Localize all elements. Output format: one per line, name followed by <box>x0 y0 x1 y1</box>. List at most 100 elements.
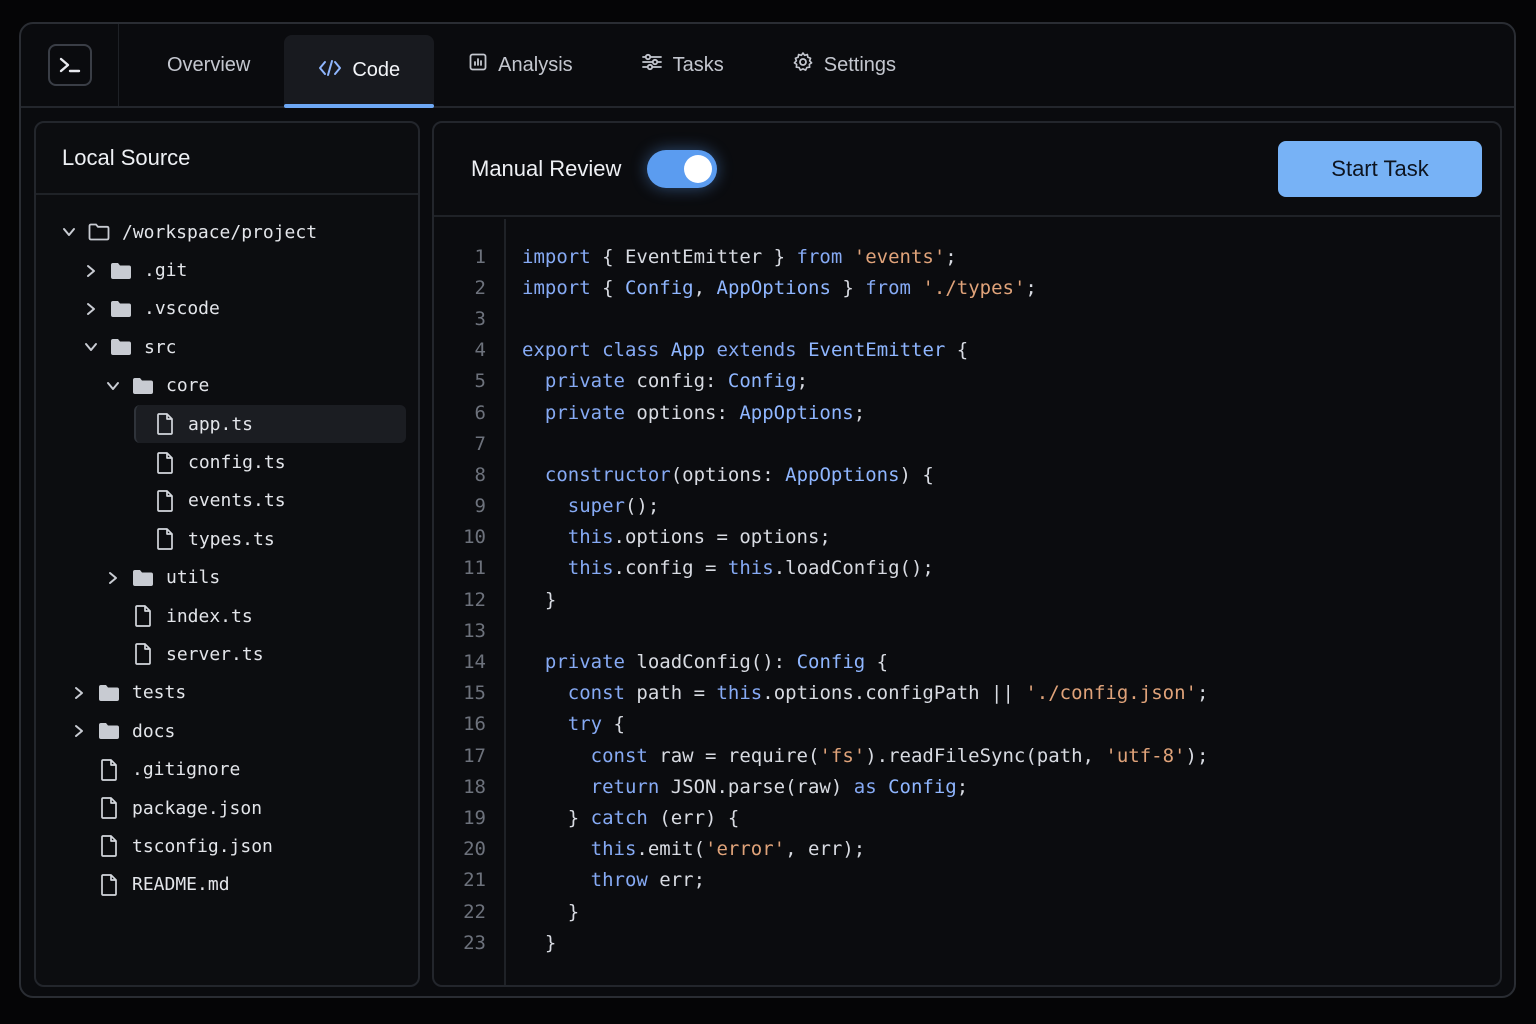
line-number: 6 <box>474 401 486 424</box>
tree-folder[interactable]: tests <box>36 674 418 712</box>
tab-settings[interactable]: Settings <box>758 24 930 106</box>
line-source: this.options = options; <box>522 526 831 548</box>
logo-area <box>21 24 119 106</box>
terminal-icon[interactable] <box>47 44 92 86</box>
code-token: ; <box>1196 682 1209 705</box>
tree-file[interactable]: .gitignore <box>36 750 418 788</box>
code-line: 10 this.options = options; <box>434 522 1500 553</box>
chevron-right-icon[interactable] <box>82 302 100 316</box>
line-source: constructor(options: AppOptions) { <box>522 464 934 486</box>
tree-file[interactable]: config.ts <box>36 443 418 481</box>
file-icon <box>98 758 120 781</box>
tree-file[interactable]: README.md <box>36 866 418 904</box>
code-line: 23 } <box>434 927 1500 958</box>
line-number: 22 <box>463 900 486 923</box>
tree-item-label: .git <box>144 260 188 282</box>
manual-review-label: Manual Review <box>471 156 622 181</box>
code-token: config: <box>624 370 728 393</box>
code-token: } <box>522 931 557 954</box>
tab-overview[interactable]: Overview <box>133 24 284 106</box>
tree-item-label: index.ts <box>166 605 253 627</box>
code-token: } <box>522 900 580 923</box>
tree-folder[interactable]: .git <box>36 251 418 289</box>
chevron-down-icon[interactable] <box>60 226 78 238</box>
line-number: 3 <box>474 307 486 330</box>
tree-folder[interactable]: src <box>36 328 418 366</box>
tree-folder[interactable]: utils <box>36 559 418 597</box>
code-token: AppOptions <box>785 463 900 486</box>
code-token: this <box>567 526 614 549</box>
tree-file[interactable]: events.ts <box>36 482 418 520</box>
tree-file[interactable]: server.ts <box>36 635 418 673</box>
code-token: { <box>865 651 889 674</box>
chevron-right-icon[interactable] <box>70 724 88 738</box>
line-source: } <box>522 932 556 954</box>
tree-folder[interactable]: core <box>36 367 418 405</box>
code-token: this <box>727 557 774 580</box>
tree-folder[interactable]: /workspace/project <box>36 213 418 251</box>
tree-item-label: events.ts <box>188 490 286 512</box>
code-token: JSON.parse(raw) <box>659 775 854 798</box>
tree-file[interactable]: package.json <box>36 789 418 827</box>
code-line: 11 this.config = this.loadConfig(); <box>434 553 1500 584</box>
tab-label: Overview <box>167 53 251 76</box>
tab-label: Code <box>352 59 401 81</box>
chevron-down-icon[interactable] <box>104 380 122 392</box>
line-source: const raw = require('fs').readFileSync(p… <box>522 744 1209 767</box>
code-area[interactable]: 1 import { EventEmitter } from 'events'; 2… <box>434 219 1500 985</box>
line-number: 9 <box>474 495 486 518</box>
code-token: './types' <box>922 276 1026 299</box>
tree-folder[interactable]: .vscode <box>36 290 418 328</box>
code-token: err; <box>647 869 706 892</box>
tree-file[interactable]: index.ts <box>36 597 418 635</box>
tree-file[interactable]: tsconfig.json <box>36 827 418 865</box>
code-token: ; <box>1025 276 1037 299</box>
tab-tasks[interactable]: Tasks <box>607 24 758 106</box>
code-token: } <box>830 276 866 299</box>
code-token: Config <box>796 651 866 674</box>
tree-file[interactable]: app.ts <box>36 404 418 444</box>
file-icon <box>132 605 154 627</box>
tree-folder[interactable]: docs <box>36 712 418 750</box>
chevron-down-icon[interactable] <box>82 341 100 353</box>
line-number: 1 <box>474 245 486 268</box>
code-line: 9 super(); <box>434 491 1500 522</box>
tree-file[interactable]: types.ts <box>36 520 418 558</box>
folder-icon <box>110 262 132 280</box>
code-token: import <box>522 245 591 268</box>
code-token: try <box>567 713 603 736</box>
tab-code[interactable]: Code <box>284 35 435 108</box>
start-task-button[interactable]: Start Task <box>1278 141 1482 197</box>
manual-review-toggle[interactable] <box>647 150 718 188</box>
code-line: 22 } <box>434 896 1500 927</box>
code-token: return <box>590 775 660 798</box>
line-source: throw err; <box>522 869 705 891</box>
code-token: 'utf-8' <box>1105 744 1186 767</box>
tree-item-label: tsconfig.json <box>132 835 273 857</box>
code-token: Config <box>727 370 797 393</box>
line-number: 20 <box>463 838 486 861</box>
code-token: './config.json' <box>1025 682 1197 705</box>
code-token: .options = options; <box>613 526 831 549</box>
code-line: 3 <box>434 303 1500 334</box>
code-token: from <box>865 276 911 299</box>
file-tree: /workspace/project .git .vscode src core app.… <box>36 195 418 904</box>
chevron-right-icon[interactable] <box>70 686 88 700</box>
code-token: { <box>602 713 625 736</box>
code-token: .loadConfig(); <box>773 557 934 580</box>
code-line: 2 import { Config, AppOptions } from './t… <box>434 272 1500 303</box>
chevron-right-icon[interactable] <box>104 571 122 585</box>
chevron-right-icon[interactable] <box>82 264 100 278</box>
tab-analysis[interactable]: Analysis <box>434 24 606 106</box>
code-token: App <box>670 339 706 362</box>
